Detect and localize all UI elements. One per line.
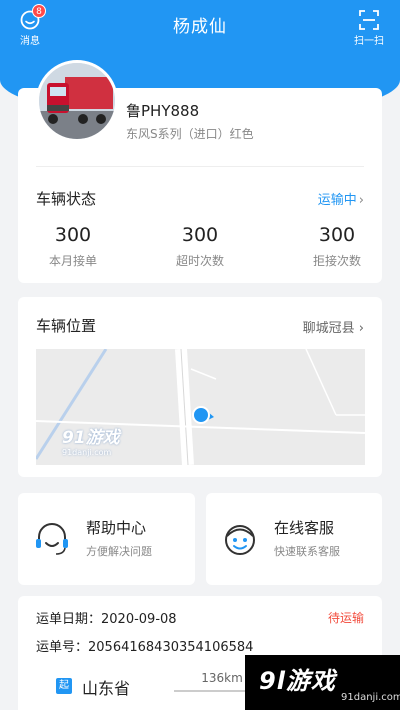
map-watermark-brand: 91游戏 <box>62 428 120 448</box>
online-service-subtitle: 快速联系客服 <box>274 545 340 558</box>
scan-button[interactable]: 扫一扫 <box>352 6 386 47</box>
help-center-subtitle: 方便解决问题 <box>86 545 152 558</box>
stat-value: 300 <box>318 224 356 246</box>
divider <box>36 166 364 167</box>
order-date: 运单日期：2020-09-08 <box>36 612 177 627</box>
vehicle-model: 东风S系列（进口）红色 <box>126 127 254 141</box>
chevron-right-icon: › <box>358 193 364 208</box>
map-watermark-url: 91danji.com <box>62 448 112 457</box>
stat-value: 300 <box>181 224 219 246</box>
stat-value: 300 <box>54 224 92 246</box>
stat-rejections: 300 拒接次数 <box>282 224 392 269</box>
help-center-card[interactable]: 帮助中心 方便解决问题 <box>18 493 195 585</box>
start-place: 山东省 <box>82 679 131 698</box>
location-card: 车辆位置 聊城冠县 › 91游戏 91danji.com <box>18 297 382 477</box>
page-title: 杨成仙 <box>173 17 227 37</box>
stat-label: 超时次数 <box>175 254 224 268</box>
online-service-title: 在线客服 <box>274 519 335 537</box>
map-watermark: 91游戏 91danji.com <box>62 423 120 457</box>
location-link[interactable]: 聊城冠县 › <box>303 317 364 336</box>
stat-label: 拒接次数 <box>312 254 361 268</box>
stat-timeouts: 300 超时次数 <box>145 224 255 269</box>
start-tag: 起 <box>56 678 72 694</box>
vehicle-status-value: 运输中 <box>317 193 357 208</box>
order-number: 运单号：20564168430354106584 <box>36 640 254 655</box>
vehicle-plate: 鲁PHY888 <box>126 102 200 120</box>
vehicle-status-link[interactable]: 运输中 › <box>318 189 364 208</box>
headset-icon <box>36 523 68 555</box>
customer-service-icon <box>225 525 255 555</box>
online-service-card[interactable]: 在线客服 快速联系客服 <box>206 493 382 585</box>
chevron-right-icon: › <box>354 321 364 336</box>
scan-label: 扫一扫 <box>354 36 384 47</box>
help-center-title: 帮助中心 <box>86 519 147 537</box>
top-bar: 8 消息 杨成仙 扫一扫 <box>0 0 400 48</box>
vehicle-status-title: 车辆状态 <box>36 190 97 208</box>
stat-label: 本月接单 <box>48 254 97 268</box>
watermark-url: 91danji.com <box>341 692 400 703</box>
location-pin-icon <box>192 406 214 424</box>
truck-photo <box>39 63 115 139</box>
site-watermark: 9l游戏 91danji.com <box>245 655 400 710</box>
order-status-badge: 待运输 <box>327 611 364 625</box>
watermark-brand: 9l游戏 <box>259 667 336 695</box>
stat-monthly-orders: 300 本月接单 <box>18 224 128 269</box>
vehicle-map[interactable]: 91游戏 91danji.com <box>36 349 365 465</box>
vehicle-card: 鲁PHY888 东风S系列（进口）红色 车辆状态 运输中 › 300 本月接单 3… <box>18 60 382 283</box>
scan-icon <box>359 10 379 30</box>
route-distance: 136km <box>201 671 243 685</box>
vehicle-avatar[interactable] <box>36 60 118 142</box>
location-place: 聊城冠县 <box>302 321 355 336</box>
location-title: 车辆位置 <box>36 317 97 335</box>
